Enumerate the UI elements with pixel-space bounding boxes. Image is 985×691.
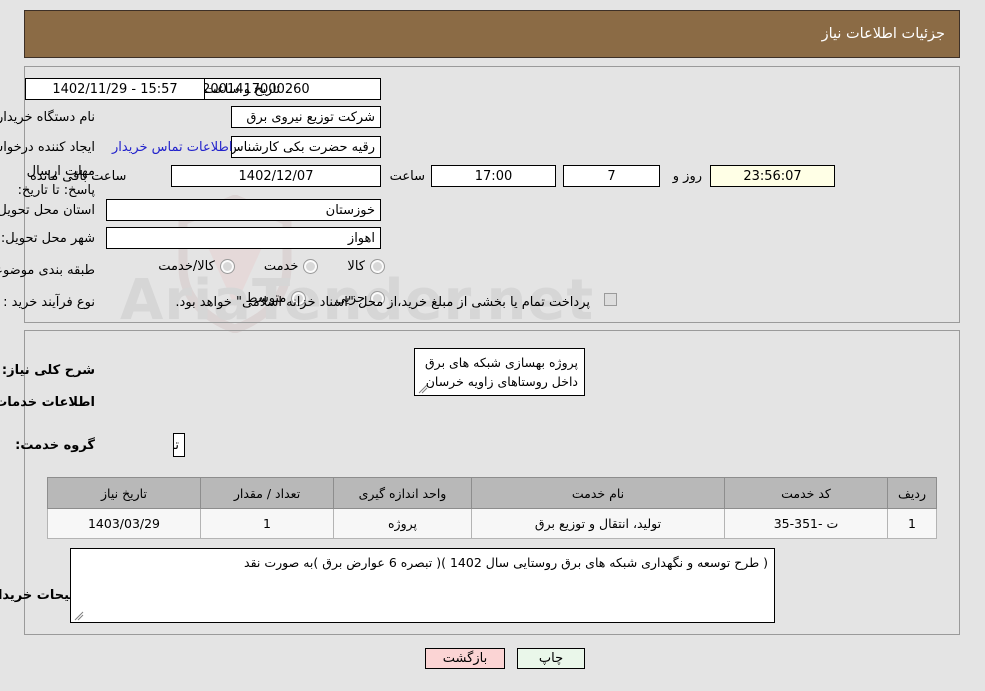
buyer-org-value: شرکت توزیع نیروی برق — [231, 106, 381, 128]
province-value: خوزستان — [106, 199, 381, 221]
treasury-checkbox[interactable] — [604, 293, 617, 306]
back-button[interactable]: بازگشت — [425, 648, 505, 669]
buyer-contact-link[interactable]: اطلاعات تماس خریدار — [112, 140, 232, 155]
deadline-date-value: 1402/12/07 — [171, 165, 381, 187]
table-column-header: تاریخ نیاز — [47, 477, 201, 509]
creator-label: ایجاد کننده درخواست: — [0, 140, 95, 155]
description-label: شرح کلی نیاز: — [1, 363, 95, 378]
category-radio-group[interactable]: کالا خدمت کالا/خدمت — [136, 259, 385, 274]
category-option-1[interactable]: خدمت — [264, 259, 319, 274]
resize-grip-icon — [74, 611, 84, 621]
deadline-hour-value: 17:00 — [431, 165, 556, 187]
page-header: جزئیات اطلاعات نیاز — [24, 10, 960, 58]
process-label: نوع فرآیند خرید : — [3, 295, 95, 310]
table-cell-quantity: 1 — [200, 508, 334, 539]
creator-value: رقیه حضرت بکی کارشناس دفتر داری شرکت توز… — [231, 136, 381, 158]
service-group-label: گروه خدمت: — [15, 438, 95, 453]
treasury-note: پرداخت تمام یا بخشی از مبلغ خرید،از محل … — [175, 295, 590, 310]
table-header-row: ردیف کد خدمت نام خدمت واحد اندازه گیری تعداد… — [47, 477, 937, 509]
buyer-org-label: نام دستگاه خریدار: — [0, 110, 95, 125]
services-table: ردیف کد خدمت نام خدمت واحد اندازه گیری تعداد… — [47, 477, 937, 539]
category-option-0[interactable]: کالا — [347, 259, 385, 274]
page-root: AriaTender.net جزئیات اطلاعات نیاز شماره… — [0, 0, 985, 691]
category-option-label: کالا — [347, 259, 365, 274]
announce-datetime-value: 15:57 - 1402/11/29 — [25, 78, 205, 100]
resize-grip-icon — [418, 384, 428, 394]
table-column-header: تعداد / مقدار — [200, 477, 334, 509]
category-label: طبقه بندی موضوعی: — [0, 263, 95, 278]
radio-icon[interactable] — [303, 259, 319, 274]
buyer-notes-text: ( طرح توسعه و نگهداری شبکه های برق روستا… — [244, 555, 768, 570]
category-option-label: کالا/خدمت — [158, 259, 215, 274]
table-cell-unit: پروژه — [333, 508, 472, 539]
need-info-panel — [24, 66, 960, 323]
table-column-header: واحد اندازه گیری — [333, 477, 472, 509]
radio-icon[interactable] — [219, 259, 235, 274]
remaining-time-value: 23:56:07 — [710, 165, 835, 187]
table-cell-need-date: 1403/03/29 — [47, 508, 201, 539]
remaining-time-label: ساعت باقی مانده — [30, 169, 127, 184]
table-column-header: نام خدمت — [471, 477, 725, 509]
description-value[interactable]: پروژه بهسازی شبکه های برق داخل روستاهای … — [414, 348, 585, 396]
table-column-header: ردیف — [887, 477, 937, 509]
services-section-title: اطلاعات خدمات مورد نیاز — [0, 395, 95, 410]
table-cell-service-code: ت -351-35 — [724, 508, 888, 539]
radio-icon[interactable] — [370, 259, 385, 274]
deadline-hour-label: ساعت — [389, 169, 425, 184]
table-cell-row-no: 1 — [887, 508, 937, 539]
table-row: 1ت -351-35 تولید، انتقال و توزیع برق پروژه… — [47, 508, 937, 539]
print-button[interactable]: چاپ — [517, 648, 585, 669]
page-title: جزئیات اطلاعات نیاز — [821, 26, 945, 42]
buyer-notes-value[interactable]: ( طرح توسعه و نگهداری شبکه های برق روستا… — [70, 548, 775, 623]
remaining-days-value: 7 — [563, 165, 660, 187]
category-option-2[interactable]: کالا/خدمت — [158, 259, 235, 274]
city-label: شهر محل تحویل: — [0, 231, 95, 246]
city-value: اهواز — [106, 227, 381, 249]
remaining-days-label: روز و — [672, 169, 702, 184]
province-label: استان محل تحویل: — [0, 203, 95, 218]
description-text: پروژه بهسازی شبکه های برق داخل روستاهای … — [424, 355, 578, 395]
table-body: 1ت -351-35 تولید، انتقال و توزیع برق پروژه… — [47, 508, 937, 539]
category-option-label: خدمت — [263, 259, 299, 274]
service-group-value: تامین برق، گاز، بخار و تهویه هوا — [173, 433, 185, 457]
table-cell-service-name: تولید، انتقال و توزیع برق — [471, 508, 725, 539]
table-column-header: کد خدمت — [724, 477, 888, 509]
